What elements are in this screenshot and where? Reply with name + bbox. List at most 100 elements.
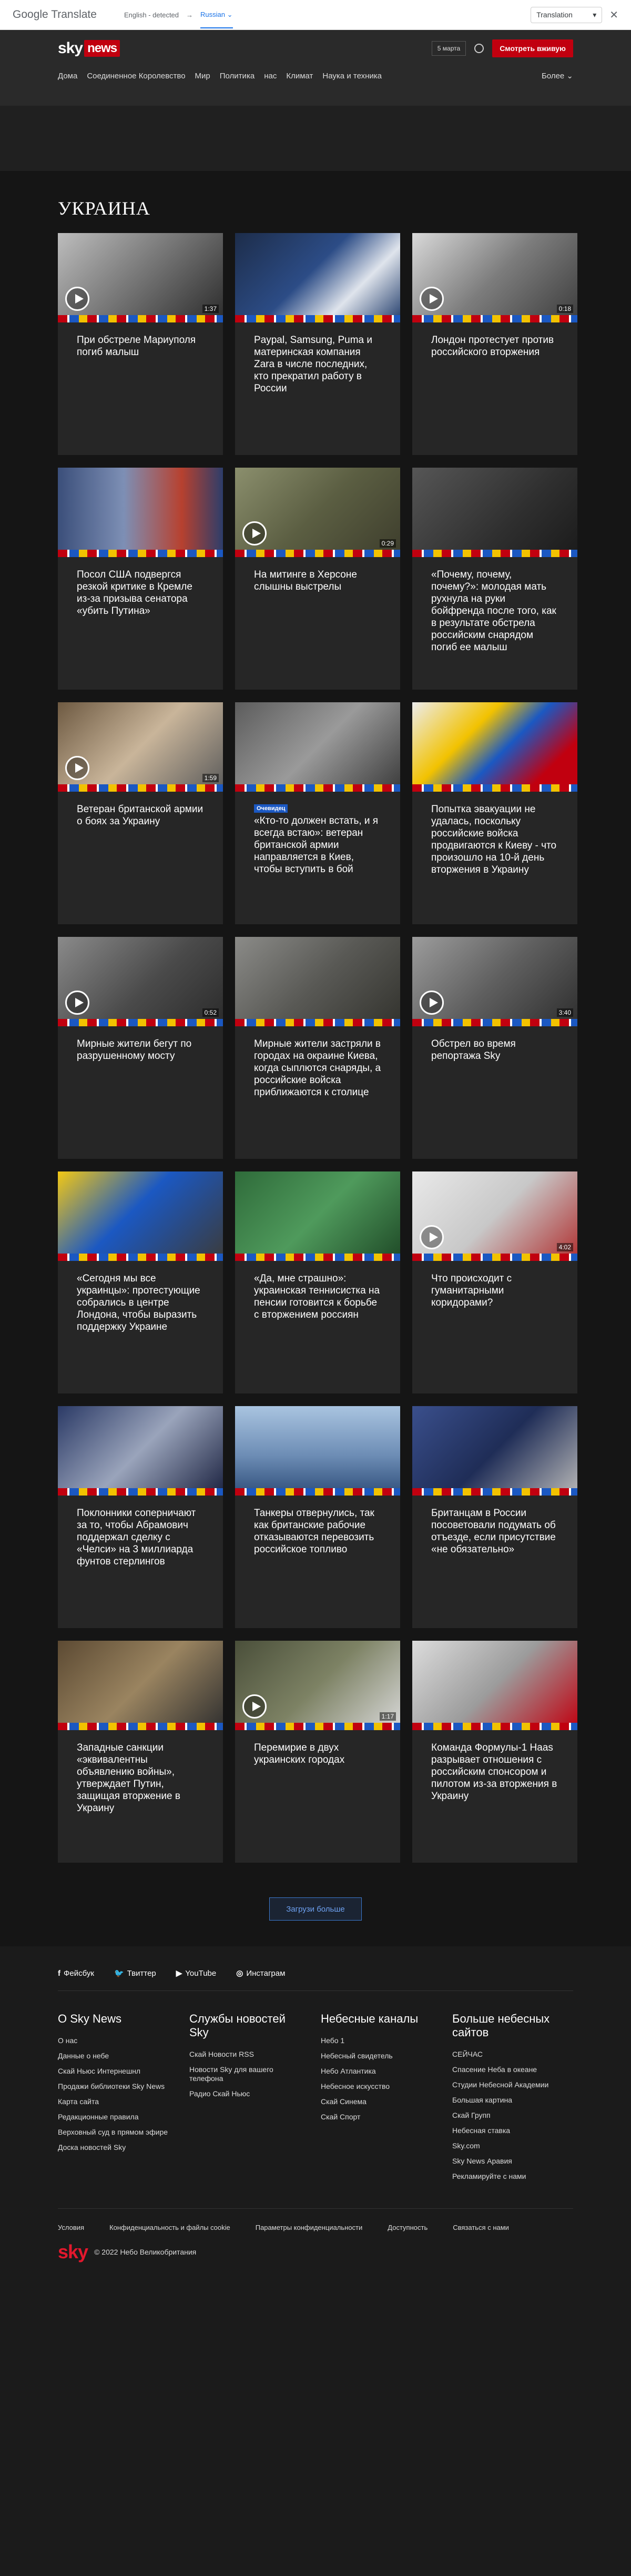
story-card[interactable]: 4:02 Что происходит с гуманитарными корид… [412, 1171, 577, 1393]
play-icon[interactable] [65, 287, 89, 311]
story-thumbnail[interactable] [235, 1171, 400, 1261]
footer-link[interactable]: СЕЙЧАС [452, 2050, 584, 2059]
legal-link[interactable]: Доступность [388, 2224, 428, 2231]
story-card[interactable]: Команда Формулы-1 Haas разрывает отношен… [412, 1641, 577, 1863]
story-thumbnail[interactable] [235, 233, 400, 322]
story-title[interactable]: «Почему, почему, почему?»: молодая мать … [431, 569, 559, 653]
footer-link[interactable]: Скай Групп [452, 2111, 584, 2120]
story-card[interactable]: Попытка эвакуации не удалась, поскольку … [412, 702, 577, 924]
story-thumbnail[interactable]: 0:18 [412, 233, 577, 322]
story-title[interactable]: На митинге в Херсоне слышны выстрелы [254, 569, 382, 593]
story-title[interactable]: Перемирие в двух украинских городах [254, 1742, 382, 1766]
story-card[interactable]: «Сегодня мы все украинцы»: протестующие … [58, 1171, 223, 1393]
story-card[interactable]: Мирные жители застряли в городах на окра… [235, 937, 400, 1159]
nav-item[interactable]: Политика [220, 72, 255, 80]
footer-link[interactable]: Радио Скай Ньюс [189, 2089, 321, 2098]
footer-link[interactable]: Продажи библиотеки Sky News [58, 2082, 189, 2091]
date-button[interactable]: 5 марта [431, 41, 466, 56]
story-title[interactable]: «Да, мне страшно»: украинская теннисистк… [254, 1272, 382, 1321]
nav-item[interactable]: Дома [58, 72, 77, 80]
footer-link[interactable]: Большая картина [452, 2096, 584, 2105]
story-card[interactable]: Танкеры отвернулись, так как британские … [235, 1406, 400, 1628]
footer-link[interactable]: Небесная ставка [452, 2126, 584, 2135]
story-title[interactable]: Западные санкции «эквивалентны объявлени… [77, 1742, 205, 1814]
story-card[interactable]: Посол США подвергся резкой критике в Кре… [58, 468, 223, 690]
story-card[interactable]: 1:59 Ветеран британской армии о боях за У… [58, 702, 223, 924]
play-icon[interactable] [420, 1225, 444, 1249]
story-card[interactable]: 0:52 Мирные жители бегут по разрушенному … [58, 937, 223, 1159]
story-title[interactable]: Ветеран британской армии о боях за Украи… [77, 803, 205, 827]
footer-link[interactable]: Доска новостей Sky [58, 2143, 189, 2152]
story-card[interactable]: 1:17 Перемирие в двух украинских городах [235, 1641, 400, 1863]
story-thumbnail[interactable]: 0:52 [58, 937, 223, 1026]
story-card[interactable]: 0:18 Лондон протестует против российского… [412, 233, 577, 455]
footer-link[interactable]: О нас [58, 2036, 189, 2045]
nav-item[interactable]: Климат [286, 72, 313, 80]
footer-link[interactable]: Спасение Неба в океане [452, 2065, 584, 2074]
story-card[interactable]: «Почему, почему, почему?»: молодая мать … [412, 468, 577, 690]
story-title[interactable]: Лондон протестует против российского вто… [431, 334, 559, 358]
story-thumbnail[interactable] [58, 1641, 223, 1730]
legal-link[interactable]: Связаться с нами [453, 2224, 509, 2231]
play-icon[interactable] [65, 756, 89, 780]
nav-item[interactable]: Наука и техника [322, 72, 382, 80]
footer-link[interactable]: Sky News Аравия [452, 2157, 584, 2166]
play-icon[interactable] [420, 991, 444, 1015]
story-thumbnail[interactable] [58, 468, 223, 557]
story-thumbnail[interactable]: 0:29 [235, 468, 400, 557]
close-icon[interactable]: ✕ [609, 8, 618, 22]
story-title[interactable]: Посол США подвергся резкой критике в Кре… [77, 569, 205, 617]
load-more-button[interactable]: Загрузи больше [269, 1897, 362, 1921]
footer-link[interactable]: Студии Небесной Академии [452, 2080, 584, 2089]
story-thumbnail[interactable] [235, 1406, 400, 1496]
legal-link[interactable]: Параметры конфиденциальности [256, 2224, 363, 2231]
footer-link[interactable]: Скай Новости RSS [189, 2050, 321, 2059]
story-title[interactable]: Что происходит с гуманитарными коридорам… [431, 1272, 559, 1309]
sky-logo[interactable]: sky [58, 2241, 88, 2263]
nav-more[interactable]: Более ⌄ [542, 71, 573, 80]
social-link[interactable]: ▶ YouTube [176, 1968, 217, 1978]
story-thumbnail[interactable] [58, 1406, 223, 1496]
footer-link[interactable]: Скай Ньюс Интернешнл [58, 2067, 189, 2076]
story-title[interactable]: Обстрел во время репортажа Sky [431, 1038, 559, 1062]
story-thumbnail[interactable]: 1:17 [235, 1641, 400, 1730]
play-icon[interactable] [242, 1694, 267, 1719]
footer-link[interactable]: Небо 1 [321, 2036, 452, 2045]
story-thumbnail[interactable]: 1:37 [58, 233, 223, 322]
story-title[interactable]: Paypal, Samsung, Puma и материнская комп… [254, 334, 382, 395]
nav-item[interactable]: Соединенное Королевство [87, 72, 185, 80]
footer-link[interactable]: Скай Синема [321, 2097, 452, 2106]
story-thumbnail[interactable]: 1:59 [58, 702, 223, 792]
story-card[interactable]: Paypal, Samsung, Puma и материнская комп… [235, 233, 400, 455]
story-thumbnail[interactable] [412, 1406, 577, 1496]
footer-link[interactable]: Скай Спорт [321, 2113, 452, 2122]
story-title[interactable]: Попытка эвакуации не удалась, поскольку … [431, 803, 559, 876]
story-card[interactable]: «Да, мне страшно»: украинская теннисистк… [235, 1171, 400, 1393]
nav-item[interactable]: Мир [195, 72, 210, 80]
footer-link[interactable]: Небо Атлантика [321, 2067, 452, 2076]
footer-link[interactable]: Sky.com [452, 2141, 584, 2150]
story-thumbnail[interactable] [58, 1171, 223, 1261]
story-title[interactable]: Команда Формулы-1 Haas разрывает отношен… [431, 1742, 559, 1802]
story-thumbnail[interactable] [412, 468, 577, 557]
story-title[interactable]: Британцам в России посоветовали подумать… [431, 1507, 559, 1555]
story-title[interactable]: Поклонники соперничают за то, чтобы Абра… [77, 1507, 205, 1568]
story-title[interactable]: При обстреле Мариуполя погиб малыш [77, 334, 205, 358]
play-icon[interactable] [242, 521, 267, 545]
source-language[interactable]: English - detected [124, 11, 179, 19]
story-card[interactable]: Поклонники соперничают за то, чтобы Абра… [58, 1406, 223, 1628]
footer-link[interactable]: Новости Sky для вашего телефона [189, 2065, 321, 2083]
social-link[interactable]: f Фейсбук [58, 1969, 94, 1978]
story-card[interactable]: 0:29 На митинге в Херсоне слышны выстрелы [235, 468, 400, 690]
story-thumbnail[interactable] [412, 702, 577, 792]
play-icon[interactable] [65, 991, 89, 1015]
story-title[interactable]: Мирные жители застряли в городах на окра… [254, 1038, 382, 1098]
watch-live-button[interactable]: Смотреть вживую [492, 39, 573, 57]
footer-link[interactable]: Редакционные правила [58, 2113, 189, 2122]
translation-mode-select[interactable]: Translation ▾ [531, 6, 603, 23]
sky-news-logo[interactable]: sky news [58, 39, 120, 57]
story-thumbnail[interactable] [235, 937, 400, 1026]
story-card[interactable]: Западные санкции «эквивалентны объявлени… [58, 1641, 223, 1863]
story-card[interactable]: Очевидец «Кто-то должен встать, и я всегд… [235, 702, 400, 924]
footer-link[interactable]: Верховный суд в прямом эфире [58, 2128, 189, 2137]
